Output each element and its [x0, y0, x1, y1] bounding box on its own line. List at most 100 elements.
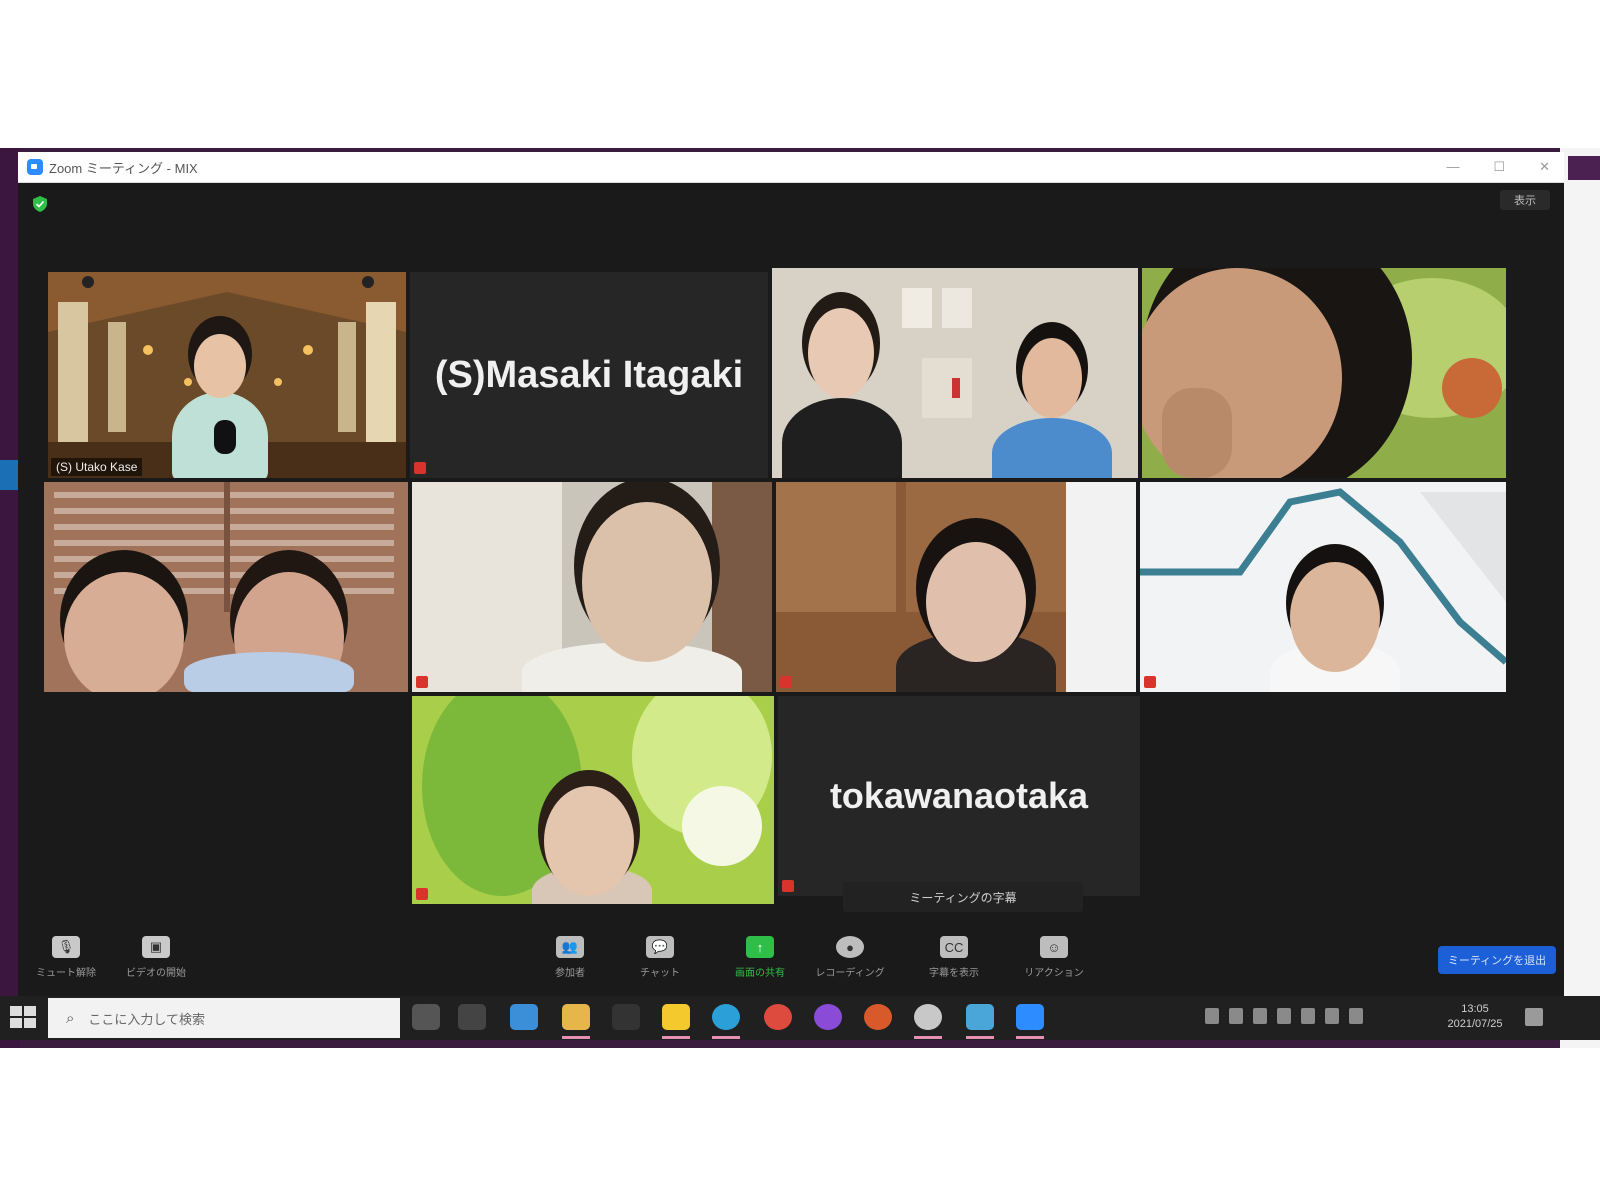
video-tile-tokawanaotaka[interactable]: tokawanaotaka	[778, 696, 1140, 896]
powerpoint-icon[interactable]	[864, 1004, 892, 1030]
start-video-button[interactable]: ▣ ビデオの開始	[120, 936, 192, 984]
toolbar-label: 画面の共有	[735, 968, 785, 979]
video-tile-participant-3[interactable]	[772, 268, 1138, 478]
window-titlebar[interactable]: Zoom ミーティング - MIX — ☐ ✕	[18, 152, 1564, 183]
microphone-muted-icon	[416, 888, 428, 900]
reactions-button[interactable]: ☺ リアクション	[1018, 936, 1090, 984]
desktop-screen: Zoom ミーティング - MIX — ☐ ✕ 表示 (S) Utako Kas…	[0, 148, 1600, 1048]
participant-body	[782, 398, 902, 478]
microphone-muted-icon	[1144, 676, 1156, 688]
participant-hand	[1162, 388, 1232, 478]
file-explorer-icon[interactable]	[562, 1004, 590, 1030]
tray-icon[interactable]	[1229, 1008, 1243, 1024]
participant-face	[64, 572, 184, 692]
onedrive-icon[interactable]	[1253, 1008, 1267, 1024]
participant-face	[544, 786, 634, 896]
meeting-toolbar: 🎙 ミュート解除 ▣ ビデオの開始 👥 参加者 💬 チャット ↑ 画面の共有 ●	[18, 928, 1564, 988]
microphone-muted-icon	[780, 676, 792, 688]
closed-caption-button[interactable]: CC 字幕を表示	[918, 936, 990, 984]
clock-time: 13:05	[1461, 1003, 1489, 1015]
participants-icon: 👥	[556, 936, 584, 958]
unmute-button[interactable]: 🎙 ミュート解除	[30, 936, 102, 984]
video-tile-participant-9[interactable]	[412, 696, 774, 904]
participant-name-placeholder: tokawanaotaka	[829, 775, 1089, 816]
toolbar-label: ビデオの開始	[126, 968, 186, 979]
leave-meeting-button[interactable]: ミーティングを退出	[1438, 946, 1556, 974]
notifications-icon[interactable]	[1525, 1008, 1543, 1026]
video-tile-participant-4[interactable]	[1142, 268, 1506, 478]
minimize-button[interactable]: —	[1446, 159, 1459, 175]
participant-name-placeholder: (S)Masaki Itagaki	[434, 353, 744, 396]
edge-browser-icon[interactable]	[510, 1004, 538, 1030]
background-app-panel	[1560, 148, 1600, 1048]
participant-face	[808, 308, 874, 398]
video-tile-participant-6[interactable]	[412, 482, 772, 692]
windows-taskbar: ⌕ ここに入力して検索 13:05 2021/07/25	[0, 996, 1600, 1040]
microphone-muted-icon	[416, 676, 428, 688]
toolbar-label: ミュート解除	[36, 968, 96, 979]
sticky-notes-icon[interactable]	[662, 1004, 690, 1030]
taskbar-clock[interactable]: 13:05 2021/07/25	[1440, 1002, 1510, 1032]
task-view-icon[interactable]	[458, 1004, 486, 1030]
battery-icon[interactable]	[1325, 1008, 1339, 1024]
microphone-prop	[214, 420, 236, 454]
participant-face	[1022, 338, 1082, 418]
closed-caption-icon: CC	[940, 936, 968, 958]
app-icon[interactable]	[914, 1004, 942, 1030]
ime-icon[interactable]	[1349, 1008, 1363, 1024]
cortana-icon[interactable]	[412, 1004, 440, 1030]
reactions-icon: ☺	[1040, 936, 1068, 958]
participant-face	[582, 502, 712, 662]
share-screen-button[interactable]: ↑ 画面の共有	[724, 936, 796, 984]
clock-date: 2021/07/25	[1447, 1018, 1503, 1030]
toolbar-label: 参加者	[555, 968, 585, 979]
store-icon[interactable]	[612, 1004, 640, 1030]
share-screen-icon: ↑	[746, 936, 774, 958]
participants-button[interactable]: 👥 参加者	[534, 936, 606, 984]
participant-face	[194, 334, 246, 398]
microphone-muted-icon	[414, 462, 426, 474]
teams-icon[interactable]	[814, 1004, 842, 1030]
participant-face	[926, 542, 1026, 662]
search-icon: ⌕	[66, 1009, 75, 1027]
zoom-app-icon	[27, 159, 43, 175]
volume-icon[interactable]	[1301, 1008, 1315, 1024]
search-placeholder: ここに入力して検索	[88, 1011, 206, 1027]
system-tray[interactable]	[1205, 1008, 1363, 1024]
taskbar-search-box[interactable]: ⌕ ここに入力して検索	[48, 998, 400, 1038]
edge-icon[interactable]	[712, 1004, 740, 1030]
network-icon[interactable]	[1277, 1008, 1291, 1024]
zoom-taskbar-icon[interactable]	[1016, 1004, 1044, 1030]
toolbar-label: チャット	[640, 968, 680, 979]
video-tile-active-speaker[interactable]	[44, 482, 408, 692]
caption-bar[interactable]: ミーティングの字幕	[843, 882, 1083, 912]
video-tile-masaki-itagaki[interactable]: (S)Masaki Itagaki	[410, 272, 768, 478]
record-button[interactable]: ● レコーディング	[814, 936, 886, 984]
tray-icon[interactable]	[1205, 1008, 1219, 1024]
window-controls: — ☐ ✕	[1446, 159, 1550, 175]
toolbar-label: リアクション	[1024, 968, 1084, 979]
participant-body	[184, 652, 354, 692]
encryption-shield-icon[interactable]	[33, 196, 47, 212]
video-tile-utako-kase[interactable]: (S) Utako Kase	[48, 272, 406, 478]
close-button[interactable]: ✕	[1539, 159, 1550, 175]
video-off-icon: ▣	[142, 936, 170, 958]
chat-button[interactable]: 💬 チャット	[624, 936, 696, 984]
microphone-muted-icon: 🎙	[52, 936, 80, 958]
participant-face	[1290, 562, 1380, 672]
view-button[interactable]: 表示	[1500, 190, 1550, 210]
chrome-icon[interactable]	[764, 1004, 792, 1030]
record-icon: ●	[836, 936, 864, 958]
zoom-meeting-window: Zoom ミーティング - MIX — ☐ ✕ 表示 (S) Utako Kas…	[18, 152, 1564, 1012]
toolbar-label: レコーディング	[815, 968, 885, 979]
video-tile-participant-8[interactable]	[1140, 482, 1506, 692]
video-tile-participant-7[interactable]	[776, 482, 1136, 692]
background-app-sidebar	[0, 148, 20, 1048]
microphone-muted-icon	[782, 880, 794, 892]
participant-name-label: (S) Utako Kase	[51, 458, 143, 476]
maximize-button[interactable]: ☐	[1493, 159, 1505, 175]
chat-icon: 💬	[646, 936, 674, 958]
photos-icon[interactable]	[966, 1004, 994, 1030]
window-title: Zoom ミーティング - MIX	[49, 160, 198, 176]
windows-start-button[interactable]	[10, 1006, 36, 1028]
